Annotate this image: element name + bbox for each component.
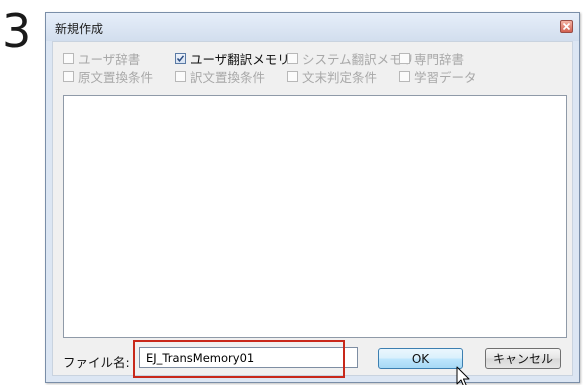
close-button[interactable] bbox=[560, 20, 573, 33]
checkbox[interactable] bbox=[399, 70, 410, 82]
file-list-area[interactable] bbox=[63, 95, 567, 338]
type-options: ユーザ辞書 ユーザ翻訳メモリ システム翻訳メモリ 専門辞書 原文置換条件 訳文置… bbox=[63, 49, 523, 89]
dialog-title: 新規作成 bbox=[55, 22, 104, 36]
filename-label: ファイル名: bbox=[63, 355, 130, 370]
option-label: システム翻訳メモリ bbox=[302, 51, 415, 67]
option-sentence-end[interactable]: 文末判定条件 bbox=[287, 67, 377, 85]
option-label: 原文置換条件 bbox=[78, 69, 154, 85]
mouse-pointer-icon bbox=[456, 366, 470, 385]
option-label: 学習データ bbox=[414, 69, 477, 85]
checkbox[interactable] bbox=[63, 70, 74, 82]
option-label: 訳文置換条件 bbox=[190, 69, 266, 85]
checkbox-checked[interactable] bbox=[175, 52, 186, 64]
checkbox[interactable] bbox=[399, 52, 410, 64]
option-learning-data[interactable]: 学習データ bbox=[399, 67, 477, 85]
highlight-annotation bbox=[133, 340, 345, 378]
option-label: ユーザ翻訳メモリ bbox=[190, 51, 290, 67]
checkbox[interactable] bbox=[287, 52, 298, 64]
new-create-dialog: 新規作成 ユーザ辞書 ユーザ翻訳メモリ システム翻訳メモリ 専門辞書 原文置換条… bbox=[45, 12, 580, 385]
option-label: ユーザ辞書 bbox=[78, 51, 141, 67]
option-label: 専門辞書 bbox=[414, 51, 465, 67]
option-source-replace[interactable]: 原文置換条件 bbox=[63, 67, 153, 85]
dialog-titlebar[interactable]: 新規作成 bbox=[46, 13, 579, 41]
screenshot-stage: 3 新規作成 ユーザ辞書 ユーザ翻訳メモリ システム翻訳メモリ 専門辞書 原文置… bbox=[0, 0, 583, 385]
option-target-replace[interactable]: 訳文置換条件 bbox=[175, 67, 265, 85]
close-icon bbox=[562, 22, 571, 31]
checkbox[interactable] bbox=[175, 70, 186, 82]
option-system-translation-memory[interactable]: システム翻訳メモリ bbox=[287, 49, 414, 67]
step-number: 3 bbox=[2, 4, 32, 58]
cancel-button[interactable]: キャンセル bbox=[485, 348, 561, 369]
option-special-dictionary[interactable]: 専門辞書 bbox=[399, 49, 464, 67]
option-user-dictionary[interactable]: ユーザ辞書 bbox=[63, 49, 140, 67]
ok-button[interactable]: OK bbox=[378, 348, 463, 369]
checkbox[interactable] bbox=[63, 52, 74, 64]
checkmark-icon bbox=[176, 54, 185, 62]
option-label: 文末判定条件 bbox=[302, 69, 378, 85]
dialog-client-area: ユーザ辞書 ユーザ翻訳メモリ システム翻訳メモリ 専門辞書 原文置換条件 訳文置… bbox=[52, 41, 573, 385]
checkbox[interactable] bbox=[287, 70, 298, 82]
option-user-translation-memory[interactable]: ユーザ翻訳メモリ bbox=[175, 49, 290, 67]
